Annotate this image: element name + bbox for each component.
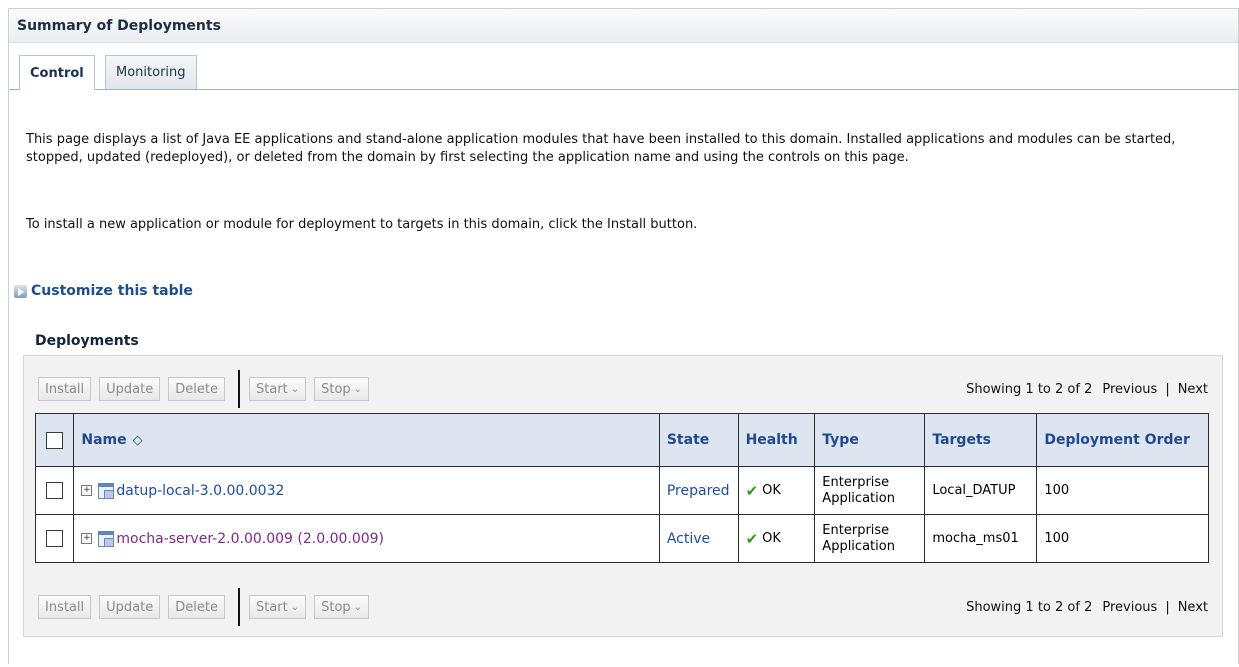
state-link[interactable]: Prepared <box>667 483 730 499</box>
previous-link[interactable]: Previous <box>1102 600 1157 615</box>
tab-monitoring[interactable]: Monitoring <box>105 55 197 89</box>
type-line-1: Enterprise <box>822 474 890 490</box>
row-checkbox[interactable] <box>46 482 64 499</box>
start-label: Start <box>255 599 288 615</box>
intro-paragraph-1: This page displays a list of Java EE app… <box>26 132 1176 165</box>
deployments-heading: Deployments <box>35 333 139 349</box>
stop-label: Stop <box>321 599 351 615</box>
health-cell: ✔ OK <box>737 514 816 563</box>
chevron-down-icon: ⌄ <box>290 383 300 395</box>
type-line-2: Application <box>822 490 895 506</box>
intro-paragraph-2: To install a new application or module f… <box>26 217 698 232</box>
expand-triangle-icon <box>14 284 27 298</box>
start-button[interactable]: Start ⌄ <box>248 377 307 401</box>
type-cell: Enterprise Application <box>814 514 926 563</box>
health-column-header[interactable]: Health <box>737 413 816 467</box>
type-column-header[interactable]: Type <box>814 413 926 467</box>
deployment-order-column-header[interactable]: Deployment Order <box>1036 413 1209 467</box>
start-label: Start <box>255 381 288 397</box>
targets-cell: Local_DATUP <box>924 466 1038 515</box>
expand-plus-icon[interactable]: + <box>81 485 93 496</box>
targets-cell: mocha_ms01 <box>924 514 1038 563</box>
install-button[interactable]: Install <box>38 595 92 619</box>
chevron-down-icon: ⌄ <box>290 601 300 613</box>
name-cell: + datup-local-3.0.00.0032 <box>73 466 660 515</box>
targets-column-header[interactable]: Targets <box>924 413 1038 467</box>
page-title: Summary of Deployments <box>9 9 1238 43</box>
deployments-panel: Install Update Delete Start ⌄ Stop ⌄ Sho… <box>23 355 1223 637</box>
customize-table-label: Customize this table <box>31 283 193 299</box>
row-select-cell <box>34 466 75 515</box>
toolbar-separator <box>237 588 240 626</box>
deployment-name-link[interactable]: datup-local-3.0.00.0032 <box>116 483 284 499</box>
ok-check-icon: ✔ <box>745 481 759 500</box>
chevron-down-icon: ⌄ <box>353 383 363 395</box>
start-button[interactable]: Start ⌄ <box>248 595 307 619</box>
pager-separator: | <box>1165 381 1170 397</box>
deployment-name-link[interactable]: mocha-server-2.0.00.009 (2.0.00.009) <box>116 531 384 547</box>
select-all-cell <box>34 413 75 467</box>
table-toolbar-top: Install Update Delete Start ⌄ Stop ⌄ <box>38 370 377 408</box>
deployments-table: Name ◇ State Health Type Targets Deployme… <box>34 413 1209 563</box>
table-header-row: Name ◇ State Health Type Targets Deployme… <box>34 413 1209 467</box>
state-link[interactable]: Active <box>667 531 710 547</box>
update-button[interactable]: Update <box>99 595 161 619</box>
state-cell: Active <box>658 514 739 563</box>
ok-check-icon: ✔ <box>745 529 759 548</box>
name-header-label: Name <box>81 432 127 448</box>
pager-separator: | <box>1165 599 1170 615</box>
intro-text: This page displays a list of Java EE app… <box>26 131 1216 232</box>
next-link[interactable]: Next <box>1178 600 1208 615</box>
table-row: + mocha-server-2.0.00.009 (2.0.00.009) A… <box>34 514 1209 563</box>
stop-label: Stop <box>321 381 351 397</box>
health-value: OK <box>762 531 781 546</box>
showing-range: Showing 1 to 2 of 2 <box>966 381 1093 397</box>
delete-button[interactable]: Delete <box>168 377 225 401</box>
application-icon <box>98 530 115 547</box>
pager-top: Showing 1 to 2 of 2 Previous | Next <box>966 376 1208 402</box>
delete-button[interactable]: Delete <box>168 595 225 619</box>
chevron-down-icon: ⌄ <box>353 601 363 613</box>
state-cell: Prepared <box>658 466 739 515</box>
type-cell: Enterprise Application <box>814 466 926 515</box>
application-icon <box>98 482 115 499</box>
row-checkbox[interactable] <box>46 530 64 547</box>
previous-link[interactable]: Previous <box>1102 382 1157 397</box>
row-select-cell <box>34 514 75 563</box>
name-cell: + mocha-server-2.0.00.009 (2.0.00.009) <box>73 514 660 563</box>
type-line-2: Application <box>822 538 895 554</box>
table-row: + datup-local-3.0.00.0032 Prepared ✔ OK … <box>34 466 1209 515</box>
deployment-order-cell: 100 <box>1036 514 1209 563</box>
stop-button[interactable]: Stop ⌄ <box>314 595 370 619</box>
select-all-checkbox[interactable] <box>46 431 64 449</box>
install-button[interactable]: Install <box>38 377 92 401</box>
next-link[interactable]: Next <box>1178 382 1208 397</box>
pager-bottom: Showing 1 to 2 of 2 Previous | Next <box>966 594 1208 620</box>
sort-ascending-icon: ◇ <box>132 433 143 448</box>
tab-control[interactable]: Control <box>19 55 95 90</box>
showing-range: Showing 1 to 2 of 2 <box>966 599 1093 615</box>
toolbar-separator <box>237 370 240 408</box>
tab-strip: Control Monitoring <box>9 43 1238 90</box>
type-line-1: Enterprise <box>822 522 890 538</box>
customize-table-link[interactable]: Customize this table <box>14 283 193 299</box>
stop-button[interactable]: Stop ⌄ <box>314 377 370 401</box>
expand-plus-icon[interactable]: + <box>81 533 93 544</box>
health-value: OK <box>762 483 781 498</box>
health-cell: ✔ OK <box>737 466 816 515</box>
update-button[interactable]: Update <box>99 377 161 401</box>
name-column-header[interactable]: Name ◇ <box>73 413 660 467</box>
state-column-header[interactable]: State <box>658 413 739 467</box>
deployment-order-cell: 100 <box>1036 466 1209 515</box>
table-toolbar-bottom: Install Update Delete Start ⌄ Stop ⌄ <box>38 588 377 626</box>
